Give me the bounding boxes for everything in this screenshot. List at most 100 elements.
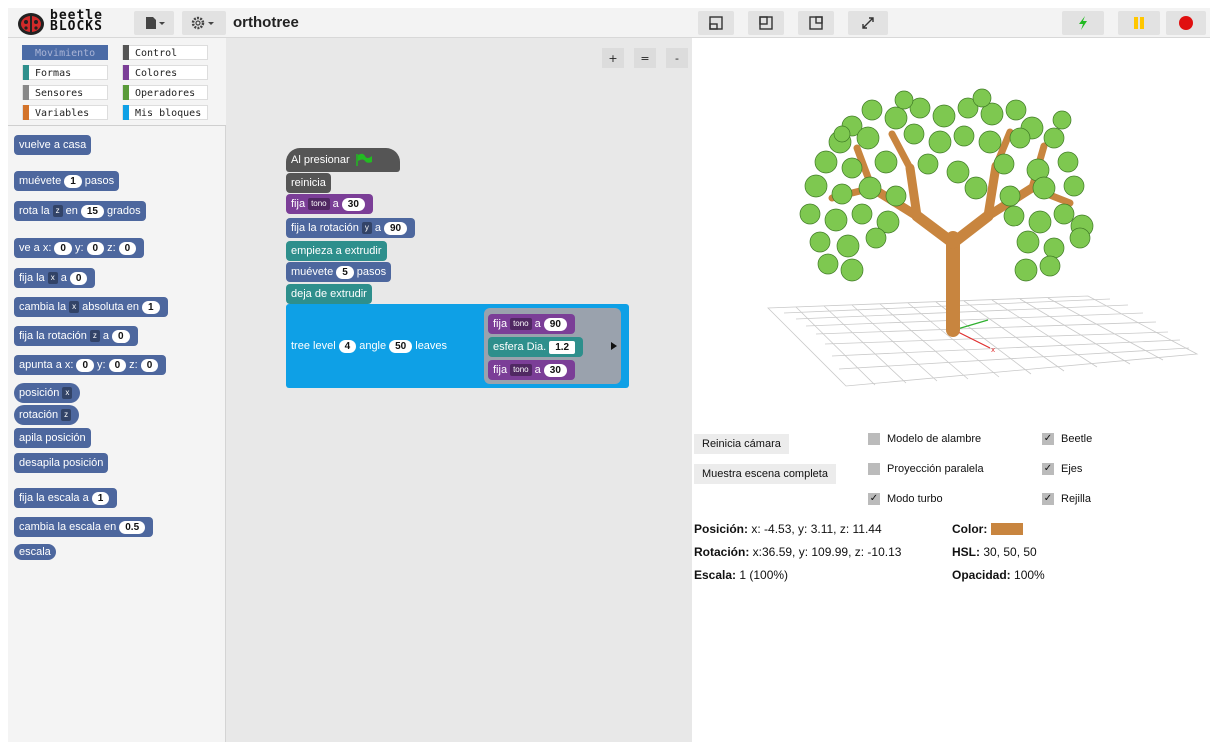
pause-icon [1134, 17, 1144, 29]
hsl-info: HSL: 30, 50, 50 [952, 545, 1037, 559]
fullscreen-button[interactable] [848, 11, 888, 35]
ring-arrow-icon [611, 342, 617, 350]
script-area[interactable]: + = - Al presionar reinicia fija tono a 30 … [226, 38, 692, 742]
axes-checkbox[interactable]: ✓ Ejes [1042, 463, 1082, 475]
color-swatch [991, 523, 1024, 535]
reset-camera-button[interactable]: Reinicia cámara [694, 434, 789, 454]
rotation-reporter[interactable]: rotación z [14, 405, 80, 425]
grid-checkbox[interactable]: ✓ Rejilla [1042, 493, 1091, 505]
stop-extrude-block[interactable]: deja de extrudir [286, 284, 372, 304]
stage-controls-panel: Reinicia cámara Muestra escena completa … [692, 430, 1210, 742]
lightning-icon [1079, 16, 1087, 30]
small-stage-icon [809, 16, 823, 30]
category-sensores[interactable]: Sensores [22, 85, 108, 100]
project-title: orthotree [233, 14, 299, 31]
check-mark-icon: ✓ [868, 493, 880, 505]
file-icon [146, 17, 165, 29]
tree-render: x [767, 88, 1199, 387]
category-mis-bloques[interactable]: Mis bloques [122, 105, 208, 120]
checkbox-label: Rejilla [1061, 493, 1091, 505]
pop-position-block[interactable]: desapila posición [14, 453, 109, 473]
color-info: Color: [952, 522, 1024, 536]
start-extrude-block[interactable]: empieza a extrudir [286, 241, 387, 261]
show-full-scene-button[interactable]: Muestra escena completa [694, 464, 836, 484]
opacity-info: Opacidad: 100% [952, 568, 1045, 582]
checkbox-label: Modo turbo [887, 493, 943, 505]
push-position-block[interactable]: apila posición [14, 428, 91, 448]
turbo-button[interactable] [1062, 11, 1104, 35]
turbo-mode-checkbox[interactable]: ✓ Modo turbo [868, 493, 943, 505]
sphere-block[interactable]: esfera Dia. 1.2 [488, 337, 584, 357]
category-label: Operadores [135, 88, 196, 99]
set-hue-block[interactable]: fija tono a 30 [286, 194, 373, 214]
parallel-projection-checkbox[interactable]: Proyección paralela [868, 463, 984, 475]
checkbox-label: Beetle [1061, 433, 1093, 445]
go-home-block[interactable]: vuelve a casa [14, 135, 92, 155]
go-to-xyz-block[interactable]: ve a x: 0 y: 0 z: 0 [14, 238, 145, 258]
category-label: Formas [35, 68, 72, 79]
checkbox-label: Proyección paralela [887, 463, 984, 475]
when-flag-clicked-block[interactable]: Al presionar [286, 148, 400, 172]
checkbox-label: Modelo de alambre [887, 433, 982, 445]
category-label: Sensores [35, 88, 84, 99]
rotation-info: Rotación: x:36.59, y: 109.99, z: -10.13 [694, 545, 902, 559]
logo-line-2: BLOCKS [50, 19, 103, 34]
check-mark-icon: ✓ [1042, 433, 1054, 445]
category-selector: Movimiento Control Formas Colores Sensor… [8, 38, 226, 126]
set-rotation-block[interactable]: fija la rotación z a 0 [14, 326, 138, 346]
normal-stage-icon [709, 16, 723, 30]
zoom-out-button[interactable]: - [666, 48, 688, 68]
file-menu-button[interactable] [134, 11, 174, 35]
rotate-block[interactable]: rota la z en 15 grados [14, 201, 146, 221]
svg-text:x: x [991, 346, 995, 354]
beetle-icon [18, 13, 44, 35]
position-reporter[interactable]: posición x [14, 383, 81, 403]
beetle-checkbox[interactable]: ✓ Beetle [1042, 433, 1092, 445]
scale-info: Escala: 1 (100%) [694, 568, 789, 582]
check-mark-icon: ✓ [1042, 493, 1054, 505]
large-stage-icon [759, 16, 773, 30]
reset-block[interactable]: reinicia [286, 173, 331, 193]
category-formas[interactable]: Formas [22, 65, 108, 80]
stage-large-button[interactable] [748, 11, 784, 35]
stage-small-button[interactable] [798, 11, 834, 35]
checkbox-box [868, 463, 880, 475]
point-to-block[interactable]: apunta a x: 0 y: 0 z: 0 [14, 355, 167, 375]
zoom-in-button[interactable]: + [602, 48, 624, 68]
3d-stage[interactable]: x [692, 38, 1210, 430]
gear-icon [191, 16, 214, 30]
move-block[interactable]: muévete 1 pasos [14, 171, 120, 191]
checkbox-box [868, 433, 880, 445]
category-operadores[interactable]: Operadores [122, 85, 208, 100]
category-label: Movimiento [35, 48, 96, 59]
stop-button[interactable] [1166, 11, 1206, 35]
category-movimiento[interactable]: Movimiento [22, 45, 108, 60]
stop-icon [1179, 16, 1193, 30]
change-scale-block[interactable]: cambia la escala en 0.5 [14, 517, 154, 537]
beetleblocks-logo[interactable]: beetle BLOCKS [16, 9, 134, 36]
stage-normal-button[interactable] [698, 11, 734, 35]
category-label: Control [135, 48, 178, 59]
set-coordinate-block[interactable]: fija la x a 0 [14, 268, 96, 288]
category-variables[interactable]: Variables [22, 105, 108, 120]
block-palette: vuelve a casa muévete 1 pasos rota la z en 15… [8, 126, 226, 742]
set-scale-block[interactable]: fija la escala a1 [14, 488, 118, 508]
settings-menu-button[interactable] [182, 11, 226, 35]
zoom-reset-button[interactable]: = [634, 48, 656, 68]
position-info: Posición: x: -4.53, y: 3.11, z: 11.44 [694, 522, 882, 536]
check-mark-icon: ✓ [1042, 463, 1054, 475]
expand-icon [862, 17, 874, 29]
scale-reporter[interactable]: escala [14, 544, 56, 560]
move-steps-block[interactable]: muévete 5 pasos [286, 262, 392, 282]
category-control[interactable]: Control [122, 45, 208, 60]
change-coordinate-block[interactable]: cambia la x absoluta en 1 [14, 297, 168, 317]
category-label: Mis bloques [135, 108, 202, 119]
wireframe-checkbox[interactable]: Modelo de alambre [868, 433, 981, 445]
top-bar: beetle BLOCKS orthotree [8, 8, 1210, 38]
category-colores[interactable]: Colores [122, 65, 208, 80]
pause-button[interactable] [1118, 11, 1160, 35]
leaf-set-hue-block[interactable]: fija tono a 90 [488, 314, 575, 334]
set-rotation-y-block[interactable]: fija la rotación y a 90 [286, 218, 416, 238]
checkbox-label: Ejes [1061, 463, 1083, 475]
leaf-set-hue-block-2[interactable]: fija tono a 30 [488, 360, 575, 380]
